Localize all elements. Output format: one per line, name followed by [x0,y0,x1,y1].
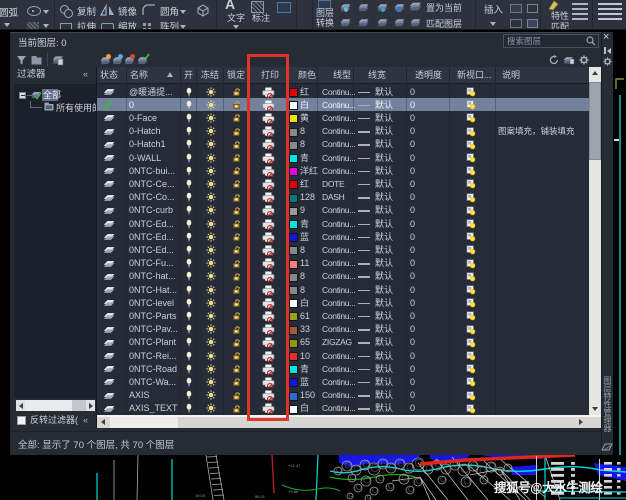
svg-text:+12.47: +12.47 [288,463,301,468]
svg-text:06.21: 06.21 [255,494,266,499]
svg-text:19.03: 19.03 [195,493,206,498]
